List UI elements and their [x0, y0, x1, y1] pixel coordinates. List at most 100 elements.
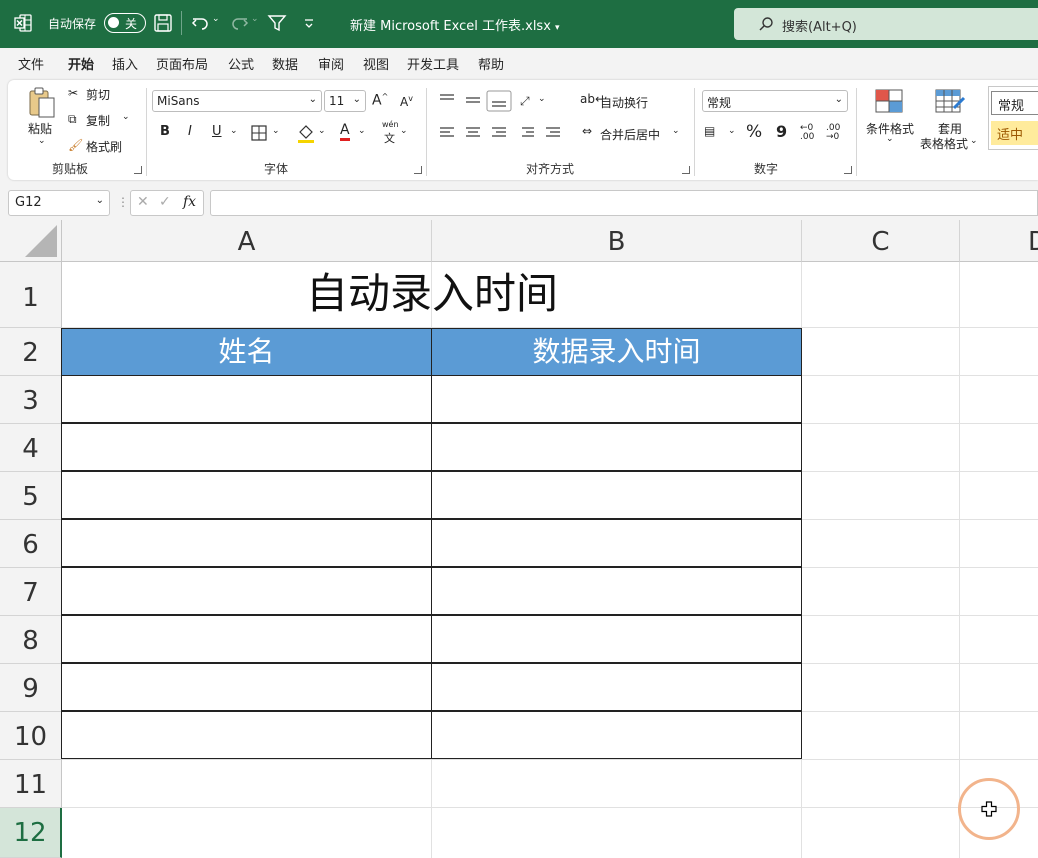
underline-button[interactable]: U [212, 124, 222, 139]
format-painter-button[interactable]: 格式刷 [86, 138, 122, 155]
tab-file[interactable]: 文件 [18, 54, 44, 73]
row-header[interactable]: 11 [0, 760, 62, 808]
customize-toolbar-icon[interactable] [298, 12, 320, 34]
more-icon[interactable]: ⋮ [117, 195, 129, 209]
bold-button[interactable]: B [160, 124, 170, 139]
table-cell[interactable] [431, 663, 802, 711]
tab-review[interactable]: 审阅 [318, 54, 344, 73]
chevron-down-icon[interactable]: ⌄ [728, 126, 736, 136]
select-all-button[interactable] [0, 220, 62, 262]
table-cell[interactable] [61, 471, 432, 519]
horizontal-align-icons[interactable] [436, 122, 564, 144]
chevron-down-icon[interactable]: ⌄ [122, 112, 130, 122]
table-cell[interactable] [61, 375, 432, 423]
redo-icon[interactable] [228, 12, 250, 34]
comma-button[interactable]: 9 [776, 122, 787, 141]
tab-home[interactable]: 开始 [68, 54, 95, 79]
chevron-down-icon[interactable]: ⌄ [38, 136, 46, 146]
number-format-combo[interactable]: 常规 ⌄ [702, 90, 848, 112]
row-header[interactable]: 4 [0, 424, 62, 472]
row-header[interactable]: 9 [0, 664, 62, 712]
row-header[interactable]: 1 [0, 262, 62, 328]
file-name[interactable]: 新建 Microsoft Excel 工作表.xlsx ▾ [350, 15, 560, 34]
filter-icon[interactable] [266, 12, 288, 34]
chevron-down-icon[interactable]: ⌄ [318, 126, 326, 136]
chevron-down-icon[interactable]: ⌄ [272, 126, 280, 136]
style-normal[interactable]: 常规 [991, 91, 1038, 115]
copy-button[interactable]: 复制 [86, 112, 110, 129]
table-cell[interactable] [431, 711, 802, 759]
cancel-icon[interactable]: ✕ [137, 194, 149, 210]
clipboard-launcher-icon[interactable] [134, 166, 142, 174]
search-box[interactable]: 搜索(Alt+Q) [734, 8, 1038, 40]
font-launcher-icon[interactable] [414, 166, 422, 174]
currency-icon[interactable]: ▤ [704, 124, 715, 138]
header-cell-entry-time[interactable]: 数据录入时间 [431, 328, 802, 376]
tab-view[interactable]: 视图 [363, 54, 389, 73]
format-as-table-line2[interactable]: 表格格式 [920, 135, 968, 152]
increase-decimal-icon[interactable]: ←0.00 [800, 124, 814, 142]
font-size-combo[interactable]: 11 ⌄ [324, 90, 366, 112]
tab-help[interactable]: 帮助 [478, 54, 504, 73]
save-icon[interactable] [152, 12, 174, 34]
table-cell[interactable] [61, 519, 432, 567]
grow-font-icon[interactable]: A^ [372, 92, 388, 109]
tab-data[interactable]: 数据 [272, 54, 298, 73]
table-cell[interactable] [431, 471, 802, 519]
tab-insert[interactable]: 插入 [112, 54, 138, 73]
chevron-down-icon[interactable]: ⌄ [886, 134, 894, 144]
table-cell[interactable] [431, 615, 802, 663]
header-cell-name[interactable]: 姓名 [61, 328, 432, 376]
chevron-down-icon[interactable]: ⌄ [230, 126, 238, 136]
tab-page-layout[interactable]: 页面布局 [156, 54, 208, 73]
table-cell[interactable] [431, 519, 802, 567]
paste-button[interactable]: 粘贴 [28, 120, 52, 137]
style-neutral[interactable]: 适中 [991, 121, 1038, 145]
cell-styles-gallery[interactable]: 常规 适中 [988, 86, 1038, 150]
tab-formulas[interactable]: 公式 [228, 54, 254, 73]
font-name-combo[interactable]: MiSans ⌄ [152, 90, 322, 112]
table-cell[interactable] [431, 567, 802, 615]
insert-function-button[interactable]: fx [183, 194, 196, 210]
format-as-table-icon[interactable] [934, 88, 966, 116]
chevron-down-icon[interactable]: ⌄ [400, 126, 408, 136]
shrink-font-icon[interactable]: Av [400, 94, 413, 109]
row-header[interactable]: 3 [0, 376, 62, 424]
vertical-align-icons[interactable]: ⤢ [436, 90, 536, 112]
tab-developer[interactable]: 开发工具 [407, 54, 459, 73]
table-cell[interactable] [61, 567, 432, 615]
chevron-down-icon[interactable]: ⌄ [672, 126, 680, 136]
wrap-text-button[interactable]: 自动换行 [600, 94, 648, 111]
undo-icon[interactable] [190, 12, 212, 34]
row-header-selected[interactable]: 12 [0, 808, 62, 858]
column-header-b[interactable]: B [432, 220, 802, 262]
italic-button[interactable]: I [188, 124, 192, 139]
chevron-down-icon[interactable]: ⌄ [212, 14, 220, 24]
row-header[interactable]: 7 [0, 568, 62, 616]
column-header-c[interactable]: C [802, 220, 960, 262]
chevron-down-icon[interactable]: ⌄ [538, 94, 546, 104]
column-header-d[interactable]: D [960, 220, 1038, 262]
fill-color-icon[interactable] [296, 122, 316, 144]
phonetic-top-label[interactable]: wén [382, 120, 399, 129]
table-cell[interactable] [431, 375, 802, 423]
percent-button[interactable]: % [746, 122, 762, 142]
decrease-decimal-icon[interactable]: .00 →0 [826, 124, 840, 142]
chevron-down-icon[interactable]: ⌄ [358, 126, 366, 136]
cut-button[interactable]: 剪切 [86, 86, 110, 103]
table-cell[interactable] [61, 423, 432, 471]
row-header[interactable]: 8 [0, 616, 62, 664]
name-box[interactable]: G12 ⌄ [8, 190, 110, 216]
column-header-a[interactable]: A [62, 220, 432, 262]
table-cell[interactable] [61, 663, 432, 711]
paste-icon[interactable] [26, 86, 58, 120]
row-header[interactable]: 2 [0, 328, 62, 376]
borders-icon[interactable] [250, 124, 268, 142]
row-header[interactable]: 5 [0, 472, 62, 520]
chevron-down-icon[interactable]: ⌄ [970, 136, 978, 146]
table-cell[interactable] [431, 423, 802, 471]
font-color-button[interactable]: A [340, 122, 350, 141]
confirm-icon[interactable]: ✓ [159, 194, 171, 210]
number-launcher-icon[interactable] [844, 166, 852, 174]
alignment-launcher-icon[interactable] [682, 166, 690, 174]
